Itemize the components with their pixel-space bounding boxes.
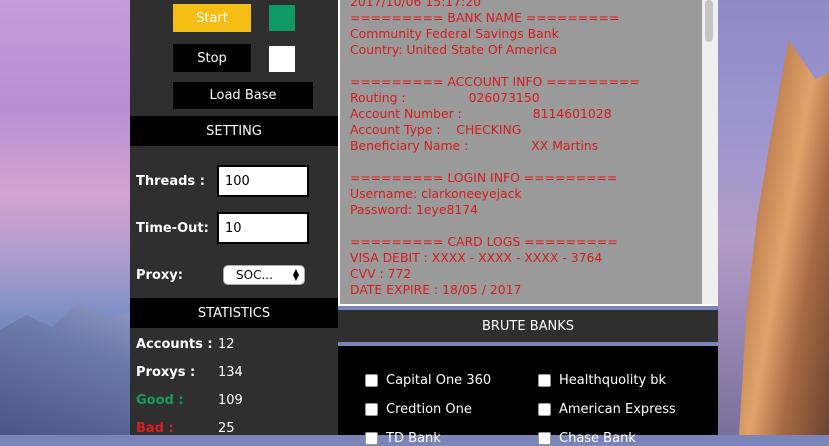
bank-option-american-express[interactable]: American Express: [538, 402, 676, 417]
checkbox[interactable]: [538, 432, 551, 445]
checkbox[interactable]: [538, 403, 551, 416]
statistics-header: STATISTICS: [130, 298, 338, 328]
accounts-label: Accounts :: [136, 337, 213, 352]
proxys-value: 134: [218, 365, 243, 380]
log-output[interactable]: 2017/10/06 15:17:20 ========= BANK NAME …: [340, 0, 702, 304]
wallpaper-mountain: [0, 303, 130, 435]
threads-input[interactable]: 100: [217, 165, 309, 197]
checkbox[interactable]: [365, 374, 378, 387]
stop-status-indicator: [269, 46, 295, 72]
bank-option-label: Chase Bank: [559, 431, 636, 446]
control-panel: Start Stop Load Base SETTING Threads : 1…: [130, 0, 338, 436]
desktop-wallpaper-right: [718, 0, 829, 435]
brute-banks-header: BRUTE BANKS: [338, 310, 718, 342]
bank-option-capital-one-360[interactable]: Capital One 360: [365, 373, 491, 388]
bank-option-label: American Express: [559, 402, 676, 417]
setting-header: SETTING: [130, 116, 338, 146]
bank-option-chase-bank[interactable]: Chase Bank: [538, 431, 636, 446]
checkbox[interactable]: [538, 374, 551, 387]
good-value: 109: [218, 393, 243, 408]
threads-label: Threads :: [136, 174, 205, 189]
bank-option-label: Capital One 360: [386, 373, 492, 388]
load-base-button[interactable]: Load Base: [173, 82, 313, 109]
bad-value: 25: [218, 421, 235, 436]
brute-banks-panel: Capital One 360 Healthquolity bk Credtio…: [338, 346, 718, 446]
log-scrollbar-thumb[interactable]: [705, 0, 713, 42]
bank-option-credtion-one[interactable]: Credtion One: [365, 402, 472, 417]
good-label: Good :: [136, 393, 184, 408]
start-status-indicator: [269, 5, 295, 31]
timeout-input[interactable]: 10: [217, 212, 309, 244]
bank-option-label: Credtion One: [386, 402, 472, 417]
checkbox[interactable]: [365, 403, 378, 416]
bank-option-label: Healthquolity bk: [559, 373, 667, 388]
checkbox[interactable]: [365, 432, 378, 445]
proxy-select-value: SOC...: [236, 268, 273, 282]
stop-button[interactable]: Stop: [173, 44, 251, 72]
wallpaper-cliff: [739, 40, 829, 435]
log-text: 2017/10/06 15:17:20 ========= BANK NAME …: [350, 0, 640, 297]
log-panel: 2017/10/06 15:17:20 ========= BANK NAME …: [338, 0, 718, 306]
desktop-wallpaper-left: [0, 0, 130, 435]
log-scrollbar[interactable]: [702, 0, 718, 304]
bad-label: Bad :: [136, 421, 174, 436]
bank-option-label: TD Bank: [386, 431, 441, 446]
start-button[interactable]: Start: [173, 4, 251, 32]
timeout-label: Time-Out:: [136, 221, 209, 236]
proxys-label: Proxys :: [136, 365, 196, 380]
proxy-select[interactable]: SOC... ▲ ▼: [223, 265, 305, 285]
bank-option-healthquolity[interactable]: Healthquolity bk: [538, 373, 666, 388]
accounts-value: 12: [218, 337, 235, 352]
updown-arrows-icon: ▲ ▼: [292, 267, 299, 282]
bank-option-td-bank[interactable]: TD Bank: [365, 431, 441, 446]
proxy-label: Proxy:: [136, 268, 183, 283]
